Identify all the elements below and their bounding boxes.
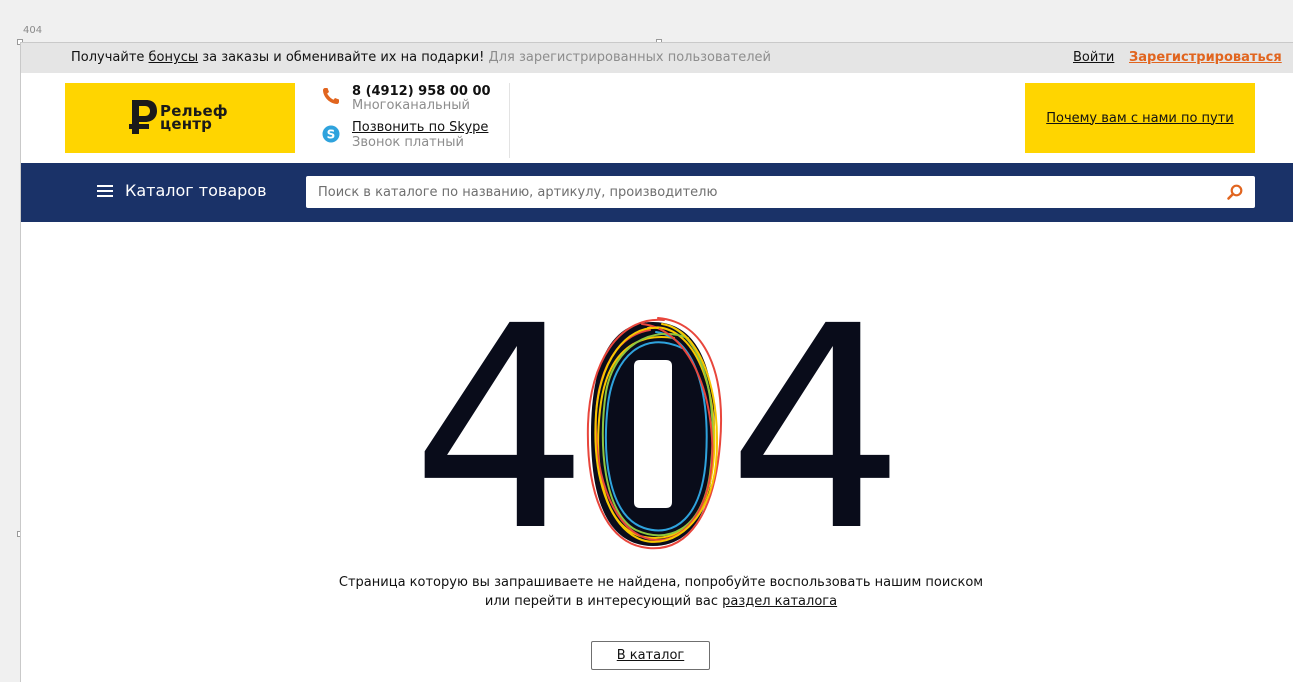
- search-icon[interactable]: [1226, 183, 1244, 201]
- promo-prefix: Получайте: [71, 50, 149, 65]
- error-message: Страница которую вы запрашиваете не найд…: [221, 573, 1101, 611]
- why-us-link[interactable]: Почему вам с нами по пути: [1025, 83, 1255, 153]
- login-link[interactable]: Войти: [1073, 50, 1114, 65]
- phone-number[interactable]: 8 (4912) 958 00 00: [352, 84, 491, 99]
- skype-call-link[interactable]: Позвонить по Skype: [352, 120, 488, 135]
- header: Рельеф центр 8 (4912) 958 00 00 Многокан…: [21, 73, 1293, 163]
- catalog-menu-button[interactable]: Каталог товаров: [97, 181, 267, 200]
- svg-text:S: S: [327, 127, 336, 141]
- error-digit-right: 4: [727, 267, 906, 593]
- search-box: [306, 176, 1255, 208]
- promo-text: Получайте бонусы за заказы и обменивайте…: [71, 50, 771, 65]
- promo-rest: за заказы и обменивайте их на подарки!: [198, 50, 489, 65]
- nav-bar: Каталог товаров: [21, 163, 1293, 222]
- error-message-line-1: Страница которую вы запрашиваете не найд…: [338, 575, 984, 590]
- error-digit-left: 4: [411, 267, 590, 593]
- hamburger-icon: [97, 184, 113, 197]
- error-message-line-2-prefix: или перейти в интересующий вас: [484, 594, 723, 609]
- error-message-line-2: или перейти в интересующий вас раздел ка…: [221, 592, 1101, 611]
- bonus-link[interactable]: бонусы: [149, 50, 199, 65]
- page-frame: Получайте бонусы за заказы и обменивайте…: [20, 42, 1293, 682]
- top-bar: Получайте бонусы за заказы и обменивайте…: [21, 43, 1293, 73]
- logo[interactable]: Рельеф центр: [65, 83, 295, 153]
- register-link[interactable]: Зарегистрироваться: [1129, 50, 1282, 65]
- artboard-label: 404: [23, 25, 43, 36]
- error-section: 4 4 Страница которую вы запрашиваете не …: [21, 222, 1293, 682]
- phone-note: Многоканальный: [352, 98, 470, 113]
- skype-note: Звонок платный: [352, 135, 464, 150]
- search-input[interactable]: [306, 176, 1230, 208]
- catalog-section-link[interactable]: раздел каталога: [722, 594, 837, 609]
- logo-r-mark-icon: [129, 100, 157, 134]
- scribbled-zero-icon: [586, 317, 722, 550]
- catalog-menu-label: Каталог товаров: [125, 181, 267, 200]
- why-us-label: Почему вам с нами по пути: [1046, 110, 1234, 126]
- skype-icon: S: [322, 125, 340, 143]
- logo-wordmark: Рельеф центр: [160, 104, 228, 132]
- contacts-block: 8 (4912) 958 00 00 Многоканальный S Позв…: [321, 83, 510, 158]
- to-catalog-button[interactable]: В каталог: [591, 641, 710, 670]
- promo-note: Для зарегистрированных пользователей: [488, 50, 771, 65]
- phone-icon: [323, 88, 339, 104]
